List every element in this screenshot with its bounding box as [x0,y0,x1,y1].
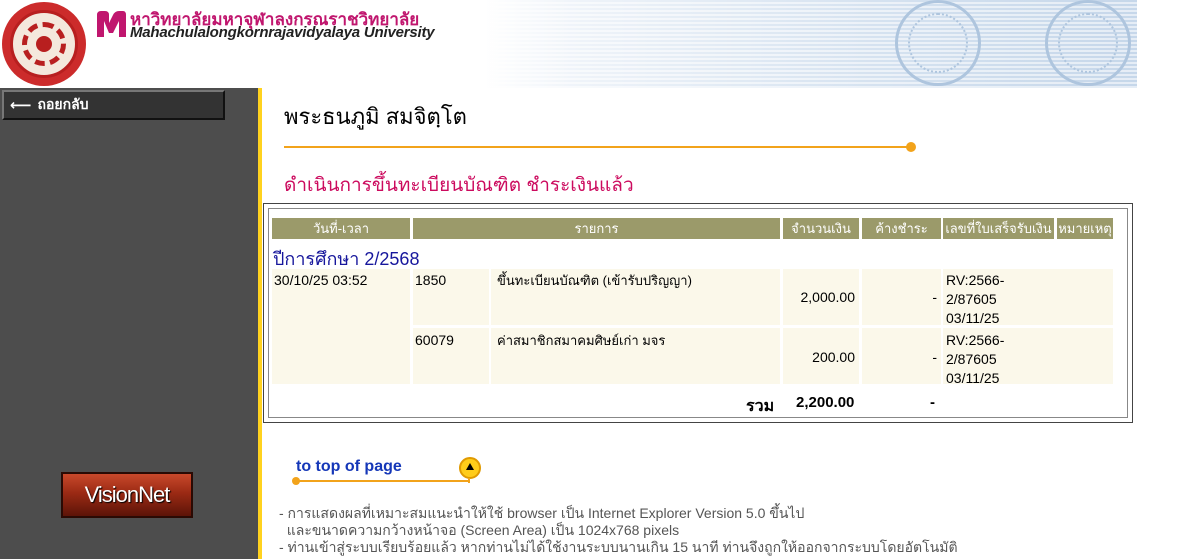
col-header-item: รายการ [413,218,780,239]
to-top-underline-end [468,478,470,483]
arrow-left-icon: ⟵ [10,97,32,114]
sidebar-divider [258,88,262,559]
mcu-logo-icon [97,11,126,37]
row-datetime: 30/10/25 03:52 [274,272,368,288]
total-label: รวม [746,398,775,415]
back-button-label: ถอยกลับ [37,96,89,112]
sidebar: ⟵ ถอยกลับ VisionNet [0,88,258,559]
student-name: พระธนภูมิ สมจิตฺโต [284,104,467,129]
university-seal-logo [2,2,86,86]
total-amount: 2,200.00 [796,394,855,411]
row-amount: 200.00 [812,349,855,365]
page-header: หาวิทยาลัยมหาจุฬาลงกรณราชวิทยาลัย Mahach… [0,0,1183,88]
row-receipt-line2: 2/87605 [946,291,997,307]
col-header-outstanding: ค้างชำระ [862,218,941,239]
row-item: ขึ้นทะเบียนบัณฑิต (เข้ารับปริญญา) [497,273,692,288]
row-code: 1850 [415,272,447,288]
title-divider [284,146,910,148]
col-header-datetime: วันที่-เวลา [272,218,410,239]
visionnet-logo-button[interactable]: VisionNet [61,472,193,518]
to-top-underline [296,480,468,482]
row-item: ค่าสมาชิกสมาคมศิษย์เก่า มจร [497,333,666,348]
total-outstanding: - [930,394,935,411]
row-receipt-line2: 2/87605 [946,351,997,367]
back-button[interactable]: ⟵ ถอยกลับ [2,90,225,120]
row-outstanding: - [932,289,937,305]
header-banner-image [485,0,1137,88]
col-header-amount: จำนวนเงิน [783,218,859,239]
arrow-up-icon[interactable] [459,457,481,479]
col-header-receipt-no: เลขที่ใบเสร็จรับเงิน [943,218,1054,239]
to-top-link[interactable]: to top of page [296,458,402,476]
row-receipt-line1: RV:2566- [946,332,1005,348]
row-receipt-line3: 03/11/25 [946,310,1000,326]
title-divider-dot [906,142,916,152]
university-name-english: Mahachulalongkornrajavidyalaya Universit… [130,24,435,41]
col-header-remark: หมายเหตุ [1057,218,1113,239]
row-receipt-line1: RV:2566- [946,272,1005,288]
row-code: 60079 [415,332,454,348]
session-timeout-note: - ท่านเข้าสู่ระบบเรียบร้อยแล้ว หากท่านไม… [279,539,958,555]
row-outstanding: - [932,349,937,365]
registration-status: ดำเนินการขึ้นทะเบียนบัณฑิต ชำระเงินแล้ว [284,175,634,196]
row-amount: 2,000.00 [800,289,856,305]
row-receipt-line3: 03/11/25 [946,370,1000,386]
